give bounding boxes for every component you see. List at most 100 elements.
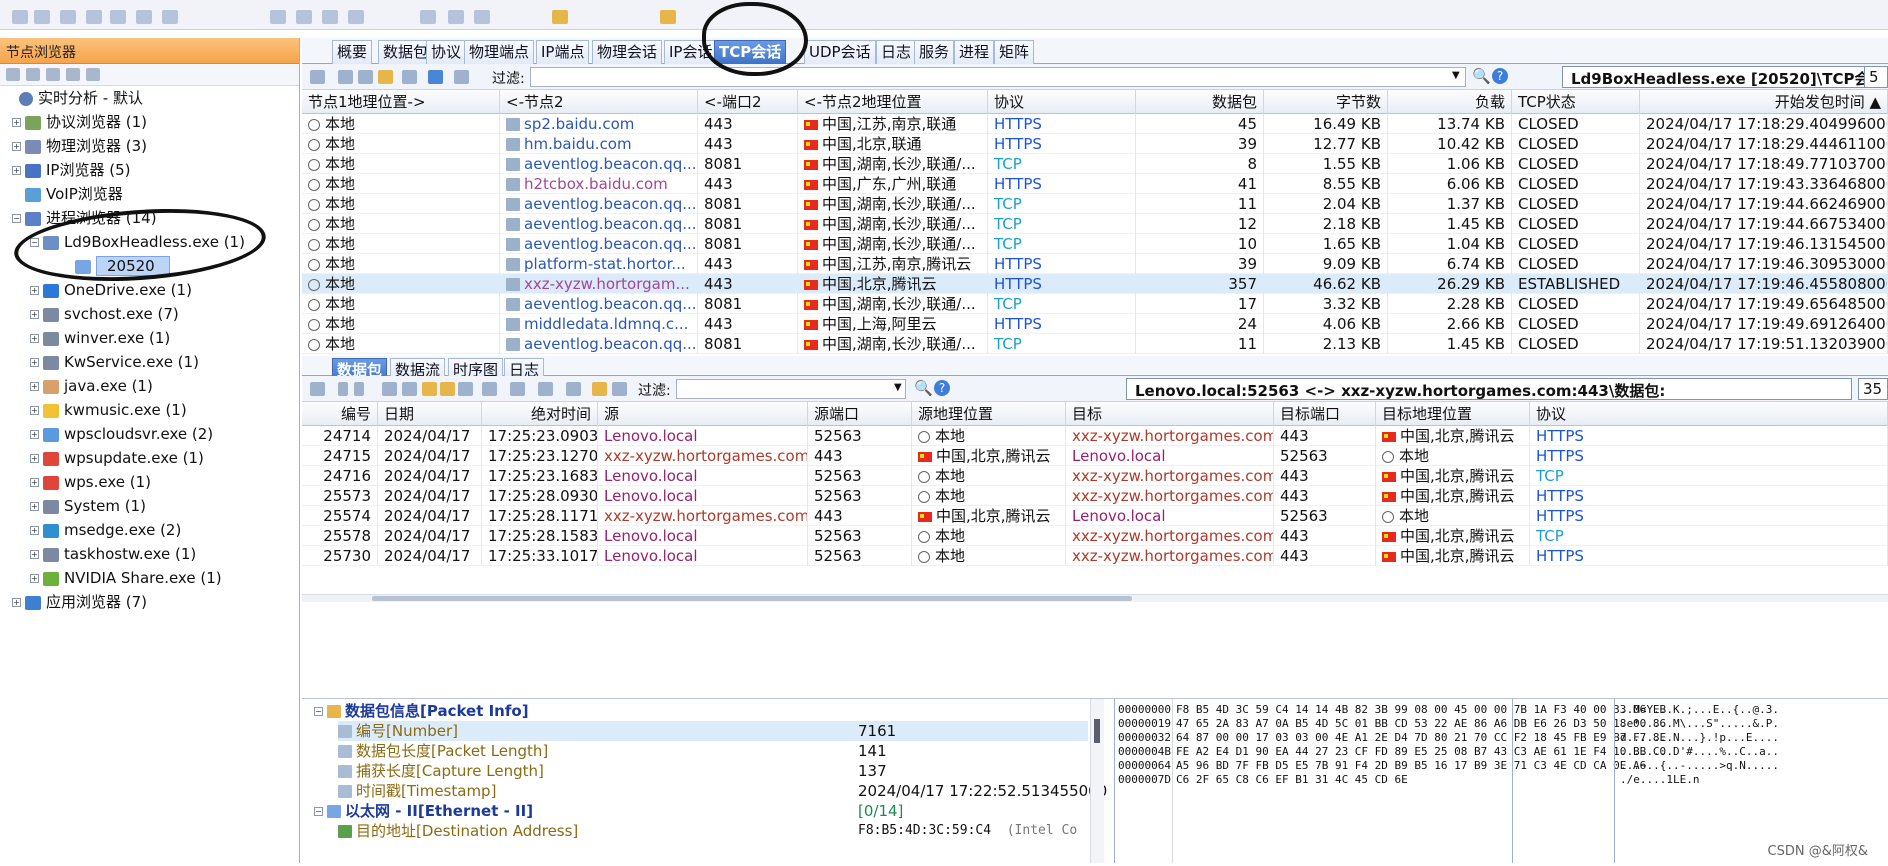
search-icon[interactable]: 🔍: [1472, 67, 1491, 85]
tree-node[interactable]: +msedge.exe (2): [30, 518, 181, 542]
tab-top_tabs-11[interactable]: 进程: [954, 40, 994, 64]
expand-toggle-icon[interactable]: +: [30, 358, 39, 367]
toolbar-icon[interactable]: [552, 10, 568, 24]
table-row[interactable]: 本地middledata.ldmnq.c...443中国,上海,阿里云HTTPS…: [302, 314, 1888, 334]
tools-icon[interactable]: [454, 70, 469, 84]
bottom-filter-input[interactable]: [676, 379, 906, 399]
packet-column-header[interactable]: 日期: [378, 402, 482, 426]
hex-view-icon[interactable]: [458, 382, 473, 396]
toolbar-icon[interactable]: [420, 10, 436, 24]
tools-icon[interactable]: [566, 382, 581, 396]
table-row[interactable]: 本地aeventlog.beacon.qq...8081中国,湖南,长沙,联通/…: [302, 214, 1888, 234]
expand-toggle-icon[interactable]: +: [30, 334, 39, 343]
tcp-column-header[interactable]: <-节点2: [500, 90, 698, 114]
tree-node[interactable]: +物理浏览器 (3): [12, 134, 147, 158]
prev-icon[interactable]: [338, 382, 348, 396]
link-icon[interactable]: [66, 68, 80, 81]
expand-toggle-icon[interactable]: +: [30, 574, 39, 583]
tree-node[interactable]: +应用浏览器 (7): [12, 590, 147, 614]
toolbar-icon[interactable]: [110, 10, 126, 24]
expand-toggle-icon[interactable]: −: [12, 214, 21, 223]
detail-field[interactable]: 时间戳[Timestamp]: [338, 781, 496, 801]
dropdown-icon[interactable]: ▼: [1452, 70, 1460, 81]
tree-node[interactable]: +OneDrive.exe (1): [30, 278, 192, 302]
settings-icon[interactable]: [86, 68, 100, 81]
tree-node[interactable]: +System (1): [30, 494, 146, 518]
search-icon[interactable]: 🔍: [914, 379, 933, 397]
dest-address-node[interactable]: 目的地址[Destination Address]: [338, 821, 578, 841]
table-row[interactable]: 257302024/04/1717:25:33.101779000Lenovo.…: [302, 546, 1888, 566]
tcp-column-header[interactable]: 负载: [1388, 90, 1512, 114]
export-icon[interactable]: [338, 70, 353, 84]
table-row[interactable]: 本地aeventlog.beacon.qq...8081中国,湖南,长沙,联通/…: [302, 234, 1888, 254]
tab-top_tabs-5[interactable]: 物理会话: [592, 40, 662, 64]
table-row[interactable]: 247152024/04/1717:25:23.127024000xxz-xyz…: [302, 446, 1888, 466]
table-row[interactable]: 本地aeventlog.beacon.qq...8081中国,湖南,长沙,联通/…: [302, 334, 1888, 354]
list-view-icon[interactable]: [422, 382, 437, 396]
tab-top_tabs-0[interactable]: 概要: [332, 40, 372, 64]
expand-toggle-icon[interactable]: +: [30, 550, 39, 559]
tab-top_tabs-4[interactable]: IP端点: [536, 40, 589, 64]
table-row[interactable]: 247162024/04/1717:25:23.168396000Lenovo.…: [302, 466, 1888, 486]
tree-node[interactable]: +winver.exe (1): [30, 326, 170, 350]
tree-node[interactable]: VoIP浏览器: [12, 182, 123, 206]
table-row[interactable]: 247142024/04/1717:25:23.090397000Lenovo.…: [302, 426, 1888, 446]
expand-toggle-icon[interactable]: +: [30, 526, 39, 535]
toolbar-icon[interactable]: [348, 10, 364, 24]
expand-toggle-icon[interactable]: +: [30, 406, 39, 415]
tree-node[interactable]: +svchost.exe (7): [30, 302, 179, 326]
expand-toggle-icon[interactable]: +: [12, 598, 21, 607]
packet-column-header[interactable]: 目标: [1066, 402, 1274, 426]
table-row[interactable]: 本地platform-stat.hortor...443中国,江苏,南京,腾讯云…: [302, 254, 1888, 274]
toolbar-icon[interactable]: [270, 10, 286, 24]
expand-toggle-icon[interactable]: +: [30, 502, 39, 511]
tree-node[interactable]: +taskhostw.exe (1): [30, 542, 196, 566]
tab-top_tabs-12[interactable]: 矩阵: [994, 40, 1034, 64]
expand-toggle-icon[interactable]: +: [30, 286, 39, 295]
tree-node[interactable]: +kwmusic.exe (1): [30, 398, 187, 422]
packet-column-header[interactable]: 目标端口: [1274, 402, 1376, 426]
tab-top_tabs-10[interactable]: 服务: [914, 40, 954, 64]
expand-toggle-icon[interactable]: +: [30, 478, 39, 487]
auto-scroll-icon[interactable]: [378, 70, 393, 84]
toolbar-icon[interactable]: [136, 10, 152, 24]
tree-node[interactable]: +NVIDIA Share.exe (1): [30, 566, 222, 590]
tree-node[interactable]: 实时分析 - 默认: [6, 86, 143, 110]
table-row[interactable]: 本地aeventlog.beacon.qq...8081中国,湖南,长沙,联通/…: [302, 154, 1888, 174]
detail-field[interactable]: 捕获长度[Capture Length]: [338, 761, 544, 781]
table-row[interactable]: 本地hm.baidu.com443中国,北京,联通HTTPS3912.77 KB…: [302, 134, 1888, 154]
tree-node[interactable]: +java.exe (1): [30, 374, 153, 398]
tab-top_tabs-8[interactable]: UDP会话: [804, 40, 876, 64]
expand-toggle-icon[interactable]: +: [12, 118, 21, 127]
layout-icon[interactable]: [310, 70, 325, 84]
refresh-icon[interactable]: [428, 70, 443, 84]
layout-icon[interactable]: [310, 382, 325, 396]
toolbar-icon[interactable]: [448, 10, 464, 24]
packet-column-header[interactable]: 协议: [1530, 402, 1888, 426]
table-row[interactable]: 本地sp2.baidu.com443中国,江苏,南京,联通HTTPS4516.4…: [302, 114, 1888, 134]
table-row[interactable]: 255742024/04/1717:25:28.117104000xxz-xyz…: [302, 506, 1888, 526]
packet-column-header[interactable]: 源地理位置: [912, 402, 1066, 426]
refresh-icon[interactable]: [46, 68, 60, 81]
packet-column-header[interactable]: 源: [598, 402, 808, 426]
tcp-column-header[interactable]: TCP状态: [1512, 90, 1640, 114]
toolbar-icon[interactable]: [474, 10, 490, 24]
decode-icon[interactable]: [482, 382, 497, 396]
table-row[interactable]: 255732024/04/1717:25:28.093043000Lenovo.…: [302, 486, 1888, 506]
toolbar-icon[interactable]: [60, 10, 76, 24]
expand-toggle-icon[interactable]: +: [30, 430, 39, 439]
tcp-column-header[interactable]: 协议: [988, 90, 1136, 114]
tcp-column-header[interactable]: <-端口2: [698, 90, 798, 114]
detail-field[interactable]: 数据包长度[Packet Length]: [338, 741, 548, 761]
help-icon[interactable]: ?: [934, 380, 950, 396]
expand-toggle-icon[interactable]: +: [12, 166, 21, 175]
table-row[interactable]: 本地h2tcbox.baidu.com443中国,广东,广州,联通HTTPS41…: [302, 174, 1888, 194]
detail-scrollbar[interactable]: [1090, 699, 1104, 863]
tcp-column-header[interactable]: 字节数: [1264, 90, 1388, 114]
toolbar-icon[interactable]: [34, 10, 50, 24]
toolbar-icon[interactable]: [322, 10, 338, 24]
tcp-column-header[interactable]: <-节点2地理位置: [798, 90, 988, 114]
packet-column-header[interactable]: 目标地理位置: [1376, 402, 1530, 426]
tree-node[interactable]: +wpsupdate.exe (1): [30, 446, 204, 470]
tcp-column-header[interactable]: 开始发包时间 ▲: [1640, 90, 1888, 114]
